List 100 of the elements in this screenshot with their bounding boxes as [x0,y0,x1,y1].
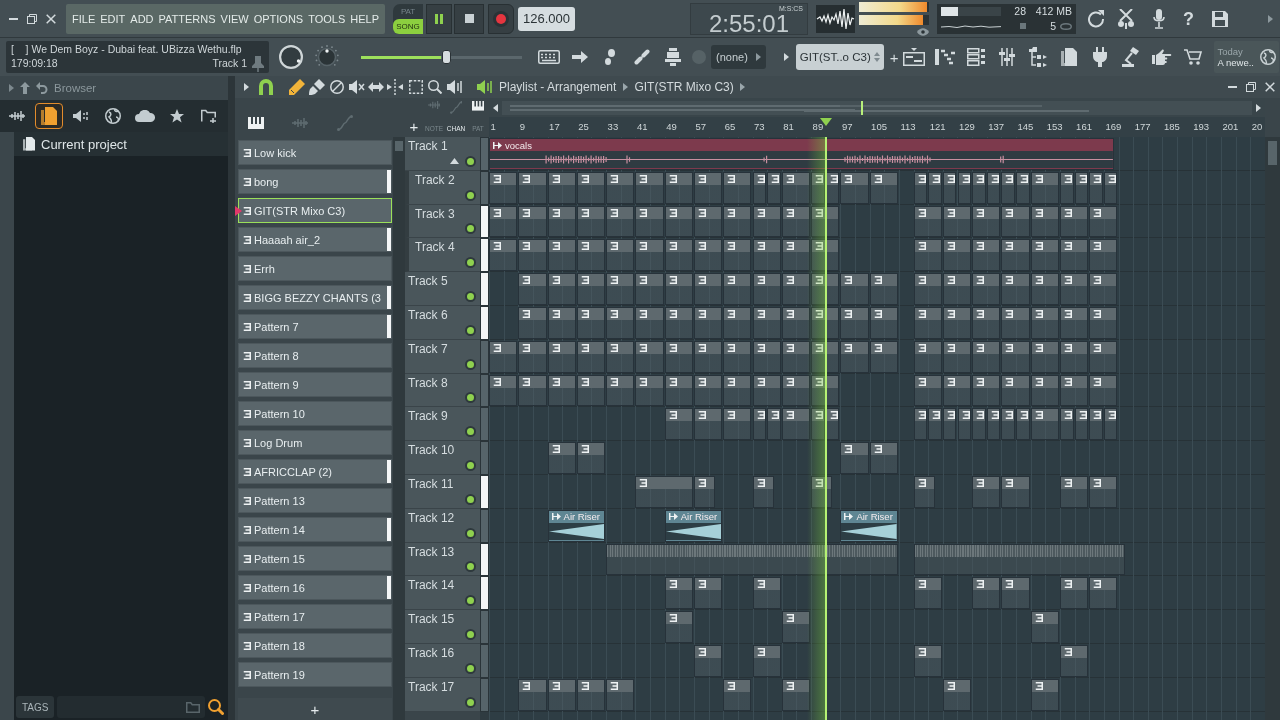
pattern-clip[interactable] [664,205,693,238]
pattern-clip[interactable] [518,340,547,373]
pattern-clip[interactable] [781,239,811,272]
search-icon[interactable] [208,699,224,715]
track-header[interactable]: Track 2 [405,170,480,205]
add-pattern-button[interactable]: + [238,698,392,720]
pattern-clip[interactable] [913,205,942,238]
pattern-song-switch[interactable]: PAT SONG [393,3,424,34]
pattern-clip[interactable] [606,307,635,339]
pattern-clip[interactable] [1074,171,1089,204]
pattern-item[interactable]: GIT(STR Mixo C3) [238,198,392,223]
pattern-clip[interactable] [811,273,840,305]
steps-icon[interactable] [935,48,955,66]
pattern-clip[interactable] [1016,171,1030,204]
pattern-clip[interactable] [986,408,1001,441]
pattern-clip[interactable] [869,273,898,305]
pattern-clip[interactable] [767,408,781,441]
pattern-clip[interactable] [606,273,635,305]
menu-item[interactable]: TOOLS [308,12,346,25]
track-header[interactable]: Track 11 [405,474,480,509]
mode-option[interactable]: PAT [393,3,424,19]
pattern-clip[interactable] [781,171,811,204]
pattern-clip[interactable] [547,273,576,305]
pattern-clip[interactable] [840,340,869,373]
pattern-clip[interactable] [811,374,840,407]
pattern-item[interactable]: Low kick [238,140,392,165]
pattern-clip[interactable] [547,205,576,238]
track-header[interactable]: Track 16 [405,643,480,678]
track-header[interactable]: Track 14 [405,576,480,611]
minimize-icon[interactable] [9,17,18,20]
pattern-clip[interactable] [811,340,840,373]
pattern-clip[interactable] [1030,307,1059,339]
pattern-clip[interactable] [635,476,693,508]
pattern-clip[interactable] [1103,408,1118,441]
pattern-clip[interactable] [869,340,898,373]
pattern-clip[interactable] [825,171,840,204]
pattern-clip[interactable] [664,171,693,204]
pattern-item[interactable]: Errh [238,256,392,281]
mute-icon[interactable] [349,80,365,94]
track-toggle[interactable] [465,155,476,167]
globe-icon[interactable] [1259,49,1276,65]
pattern-clip[interactable] [547,239,576,272]
footprint-icon[interactable] [605,49,615,65]
pattern-clip[interactable] [635,205,664,238]
refresh-icon[interactable] [1087,9,1105,28]
pattern-clip[interactable] [1001,340,1030,373]
pattern-clip[interactable] [972,205,1001,238]
track-header[interactable]: Track 4 [405,238,480,273]
pattern-clip[interactable] [576,171,606,204]
pattern-clip[interactable] [781,273,811,305]
pattern-clip[interactable] [840,307,869,339]
pattern-clip[interactable] [781,408,811,441]
pattern-clip[interactable] [547,442,576,474]
search-field[interactable] [57,696,205,718]
pattern-clip[interactable] [576,678,606,711]
close-icon[interactable] [46,13,56,24]
pattern-clip[interactable] [752,340,781,373]
pattern-clip[interactable] [752,307,781,339]
tags-button[interactable]: TAGS [16,696,55,718]
track-header[interactable]: Track 10 [405,441,480,475]
pattern-clip[interactable] [811,171,825,204]
pattern-clip[interactable] [694,645,723,677]
pattern-clip[interactable] [694,307,723,339]
pattern-item[interactable]: Pattern 15 [238,546,392,571]
pattern-clip[interactable] [1060,374,1089,407]
caret-right-icon[interactable] [739,83,745,91]
pattern-clip[interactable] [1089,171,1103,204]
pattern-item[interactable]: Pattern 8 [238,343,392,368]
pattern-clip[interactable] [664,408,693,441]
track-toggle[interactable] [465,561,476,573]
pattern-item[interactable]: Pattern 19 [238,662,392,687]
pattern-clip[interactable] [1001,273,1030,305]
track-toggle[interactable] [465,189,476,201]
pattern-clip[interactable] [694,205,723,238]
pattern-clip[interactable] [942,205,972,238]
track-toggle[interactable] [465,628,476,640]
pattern-clip[interactable] [767,171,781,204]
caret-right-icon[interactable] [244,83,249,91]
pattern-clip[interactable] [635,307,664,339]
track-header[interactable]: Track 15 [405,610,480,644]
timeline-icon[interactable] [903,48,925,66]
pattern-clip[interactable] [781,205,811,238]
pattern-clip[interactable] [942,408,957,441]
selection-strip[interactable] [480,542,489,577]
browser-item[interactable]: Current project [14,132,228,156]
pattern-clip[interactable] [1030,374,1059,407]
slash-circle-icon[interactable] [330,80,344,94]
sample-clip[interactable] [606,543,898,576]
stop-button[interactable] [454,3,485,34]
pattern-clip[interactable] [781,307,811,339]
pattern-clip[interactable] [913,171,928,204]
pattern-clip[interactable] [1089,307,1118,339]
audio-clip[interactable]: Air Riser [840,509,898,542]
selection-strip[interactable] [480,204,489,239]
selection-strip[interactable] [480,238,489,273]
pattern-clip[interactable] [972,374,1001,407]
pattern-clip[interactable] [942,374,972,407]
track-header[interactable]: Track 8 [405,373,480,408]
pattern-clip[interactable] [1089,408,1103,441]
pattern-clip[interactable] [1001,408,1015,441]
